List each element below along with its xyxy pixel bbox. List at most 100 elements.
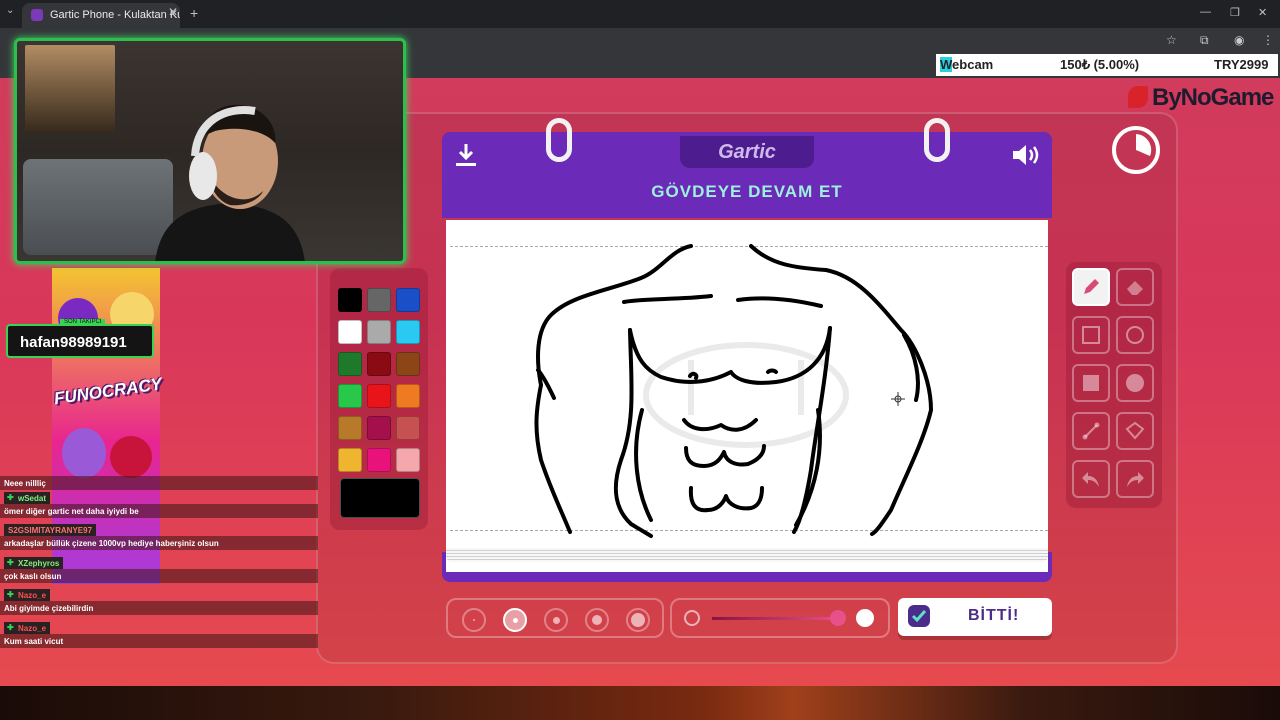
tool-panel: [1066, 262, 1162, 508]
new-tab-button[interactable]: +: [190, 5, 198, 21]
extensions-icon[interactable]: ⧉: [1200, 33, 1209, 48]
brush-size-5[interactable]: [626, 608, 650, 632]
pencil-icon: [1084, 279, 1099, 294]
chat-message: Abi giyimde çizebilirdin: [0, 601, 318, 615]
gartic-favicon-icon: [31, 9, 43, 21]
browser-menu-icon[interactable]: ⋮: [1262, 33, 1274, 47]
eraser-icon: [1127, 281, 1143, 295]
last-follower-name: hafan98989191: [20, 334, 127, 351]
pencil-tool-button[interactable]: [1072, 268, 1110, 306]
line-tool-button[interactable]: [1072, 412, 1110, 450]
bynogame-logo-icon: [1128, 86, 1148, 108]
chat-message: ömer diğer gartic net daha iyiydi be: [0, 504, 318, 518]
color-swatch-magenta[interactable]: [367, 448, 391, 472]
color-swatch-light-gray[interactable]: [367, 320, 391, 344]
rectangle-outline-tool-button[interactable]: [1072, 316, 1110, 354]
color-swatch-orange[interactable]: [396, 384, 420, 408]
notebook-ring-left: [546, 118, 572, 162]
stream-fire-banner: [0, 686, 1280, 720]
chat-username: Nazo_e: [4, 589, 51, 601]
color-swatch-red[interactable]: [367, 384, 391, 408]
notebook-ring-right: [924, 118, 950, 162]
opacity-max-icon: [856, 609, 874, 627]
selected-color-preview: [340, 478, 420, 518]
eraser-tool-button[interactable]: [1116, 268, 1154, 306]
chat-message: Neee nillliç: [0, 476, 318, 490]
check-icon: [908, 605, 930, 627]
color-swatch-tan[interactable]: [338, 416, 362, 440]
wall-portrait: [25, 45, 115, 133]
tab-close-icon[interactable]: ✕: [168, 5, 178, 19]
color-swatch-cyan[interactable]: [396, 320, 420, 344]
streamer-figure: [155, 104, 305, 261]
drawing-strokes: [534, 244, 933, 538]
brush-size-2[interactable]: [503, 608, 527, 632]
chat-message: Kum saati vicut: [0, 634, 318, 648]
download-icon[interactable]: [454, 142, 478, 168]
color-swatch-white[interactable]: [338, 320, 362, 344]
browser-tab[interactable]: Gartic Phone - Kulaktan Kulağa: [22, 3, 180, 28]
color-swatch-dark-green[interactable]: [338, 352, 362, 376]
color-swatch-dark-red[interactable]: [367, 352, 391, 376]
brush-size-selector: [446, 598, 664, 638]
chat-username: XZephyros: [4, 557, 64, 569]
circle-outline-icon: [1126, 326, 1144, 344]
maximize-button[interactable]: ❐: [1230, 6, 1240, 19]
done-button-label: BİTTİ!: [968, 607, 1020, 624]
chat-username: wSedat: [4, 492, 51, 504]
undo-icon: [1082, 472, 1099, 487]
brush-size-4[interactable]: [585, 608, 609, 632]
opacity-slider-handle[interactable]: [830, 610, 846, 626]
bookmark-star-icon[interactable]: ☆: [1166, 33, 1177, 47]
circle-filled-tool-button[interactable]: [1116, 364, 1154, 402]
notebook-header: Gartic GÖVDEYE DEVAM ET: [442, 132, 1052, 218]
fill-bucket-tool-button[interactable]: [1116, 412, 1154, 450]
browser-tab-title: Gartic Phone - Kulaktan Kulağa: [50, 9, 180, 21]
browser-tabbar: ⌄ Gartic Phone - Kulaktan Kulağa ✕ + — ❐…: [0, 0, 1280, 28]
chat-message: çok kaslı olsun: [0, 569, 318, 583]
circle-outline-tool-button[interactable]: [1116, 316, 1154, 354]
chat-username: S2GSIMITAYRANYE97: [4, 524, 97, 536]
last-follower-label: SON TAKIPCI: [60, 319, 106, 325]
color-swatch-pink[interactable]: [396, 448, 420, 472]
minimize-button[interactable]: —: [1200, 6, 1211, 18]
color-swatch-brown[interactable]: [396, 352, 420, 376]
line-icon: [1082, 422, 1100, 440]
color-swatch-rose[interactable]: [396, 416, 420, 440]
color-swatch-yellow[interactable]: [338, 448, 362, 472]
done-button[interactable]: BİTTİ!: [898, 598, 1052, 636]
donation-goal-title: Webcam: [940, 57, 994, 72]
color-swatch-black[interactable]: [338, 288, 362, 312]
color-swatch-maroon[interactable]: [367, 416, 391, 440]
rectangle-filled-icon: [1083, 375, 1099, 391]
color-swatch-green[interactable]: [338, 384, 362, 408]
profile-avatar-icon[interactable]: ◉: [1234, 33, 1244, 47]
donation-amount: 150₺ (5.00%): [1060, 57, 1140, 72]
color-swatch-blue[interactable]: [396, 288, 420, 312]
donation-goal: TRY2999: [1214, 57, 1269, 72]
opacity-slider-track[interactable]: [712, 617, 842, 620]
brush-size-3[interactable]: [544, 608, 568, 632]
undo-button[interactable]: [1072, 460, 1110, 498]
opacity-slider-box: [670, 598, 890, 638]
rectangle-outline-icon: [1082, 326, 1100, 344]
rectangle-filled-tool-button[interactable]: [1072, 364, 1110, 402]
redo-button[interactable]: [1116, 460, 1154, 498]
sticker-text: FUNOCRACY: [52, 374, 164, 409]
brush-size-1[interactable]: [462, 608, 486, 632]
fill-bucket-icon: [1125, 421, 1145, 440]
bynogame-brand: ByNoGame: [1152, 84, 1274, 111]
chat-username: Nazo_e: [4, 622, 51, 634]
tab-list-chevron-icon[interactable]: ⌄: [6, 5, 14, 16]
last-follower-tag: SON TAKIPCI hafan98989191: [6, 319, 154, 358]
donation-goal-bar: Webcam 150₺ (5.00%) TRY2999: [936, 54, 1278, 76]
close-window-button[interactable]: ✕: [1258, 6, 1267, 19]
tongue-face-sticker-icon: [110, 436, 152, 478]
prompt-title: GÖVDEYE DEVAM ET: [651, 182, 843, 201]
sound-icon[interactable]: [1010, 142, 1042, 168]
webcam-overlay: [14, 38, 406, 264]
circle-filled-icon: [1126, 374, 1144, 392]
color-palette: [330, 268, 428, 530]
color-swatch-gray[interactable]: [367, 288, 391, 312]
timer-clock-icon: [1112, 126, 1160, 174]
